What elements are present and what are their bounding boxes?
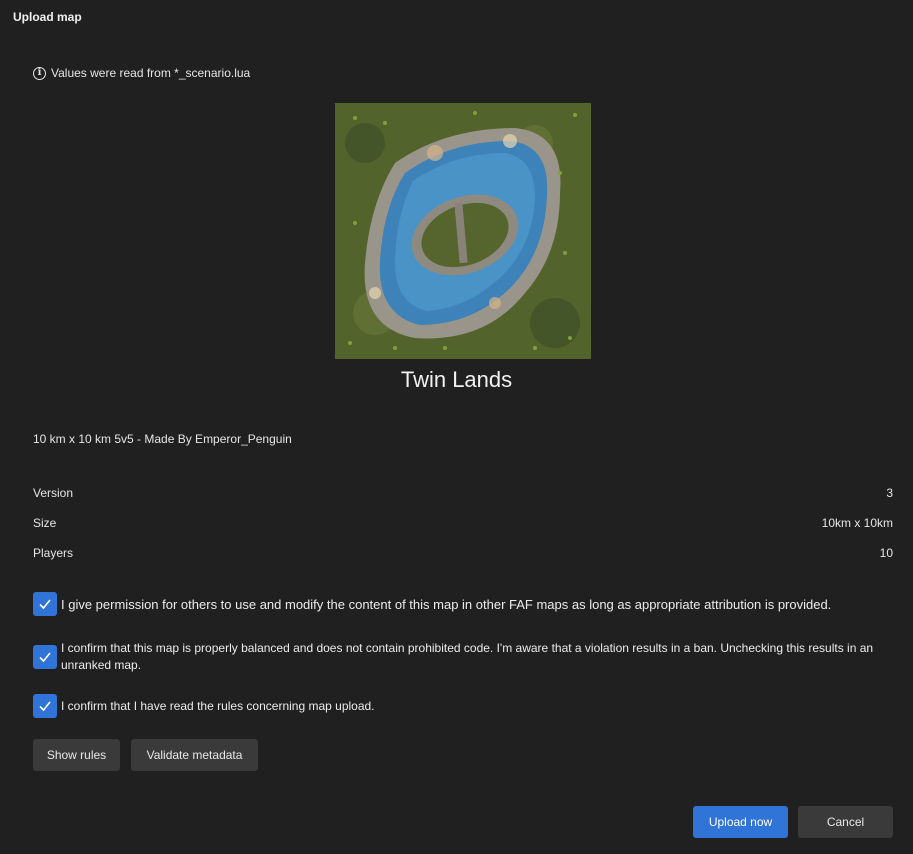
check-icon (39, 652, 51, 663)
property-label: Players (33, 546, 74, 560)
cancel-button[interactable]: Cancel (798, 806, 893, 838)
map-description: 10 km x 10 km 5v5 - Made By Emperor_Peng… (33, 432, 292, 446)
balance-checkbox-label: I confirm that this map is properly bala… (61, 641, 874, 672)
map-preview-image (335, 103, 591, 359)
info-icon: i (33, 66, 46, 80)
map-name: Twin Lands (400, 367, 513, 392)
property-value: 10 (879, 546, 893, 560)
rules-read-checkbox[interactable] (33, 694, 57, 718)
dialog-title: Upload map (13, 10, 82, 24)
balance-checkbox[interactable] (33, 645, 57, 669)
rules-read-checkbox-row[interactable]: I confirm that I have read the rules con… (33, 694, 878, 718)
permission-checkbox-label: I give permission for others to use and … (61, 596, 832, 612)
rules-read-checkbox-label: I confirm that I have read the rules con… (61, 699, 375, 713)
property-version: Version 3 (33, 486, 893, 500)
balance-checkbox-row[interactable]: I confirm that this map is properly bala… (33, 640, 878, 674)
check-icon (39, 701, 51, 712)
show-rules-button[interactable]: Show rules (33, 739, 120, 771)
upload-now-button[interactable]: Upload now (693, 806, 788, 838)
permission-checkbox-row[interactable]: I give permission for others to use and … (33, 592, 878, 616)
property-size: Size 10km x 10km (33, 516, 893, 530)
validate-metadata-button[interactable]: Validate metadata (131, 739, 258, 771)
property-value: 10km x 10km (821, 516, 893, 530)
check-icon (39, 599, 51, 610)
property-label: Size (33, 516, 57, 530)
info-text: Values were read from *_scenario.lua (51, 66, 251, 80)
property-value: 3 (886, 486, 893, 500)
property-label: Version (33, 486, 74, 500)
property-players: Players 10 (33, 546, 893, 560)
permission-checkbox[interactable] (33, 592, 57, 616)
info-message: i Values were read from *_scenario.lua (33, 66, 250, 80)
